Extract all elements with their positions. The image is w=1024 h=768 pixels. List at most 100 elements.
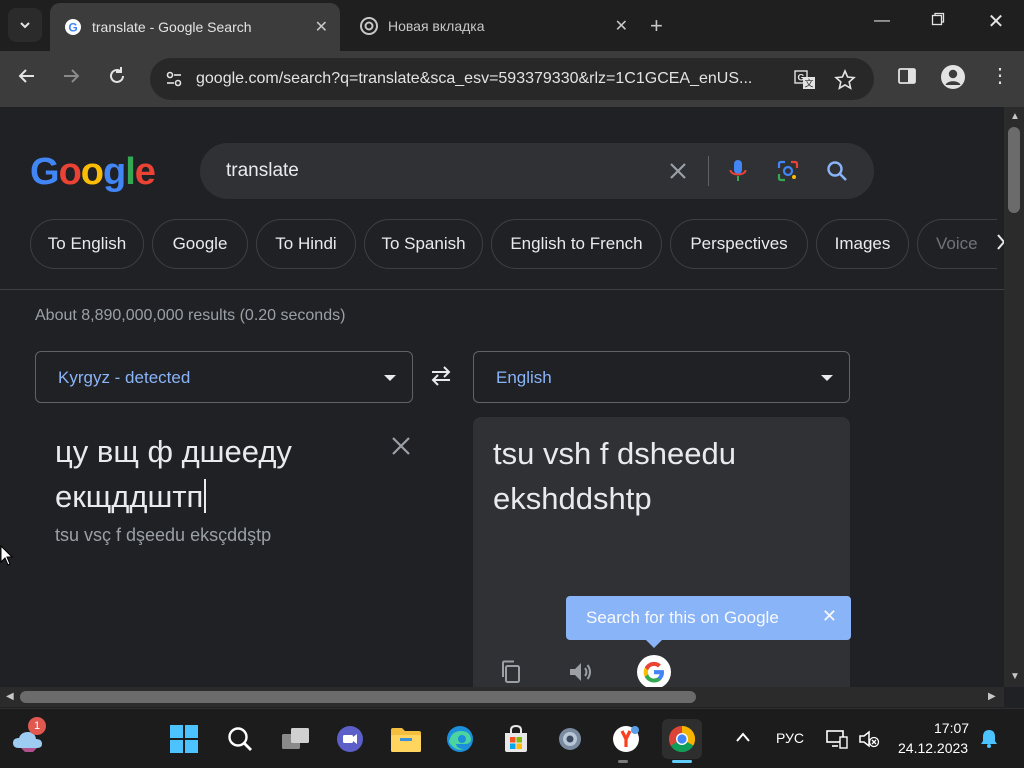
taskbar-search-icon[interactable] <box>222 721 258 757</box>
chip-images[interactable]: Images <box>816 219 909 269</box>
chip-to-english[interactable]: To English <box>30 219 144 269</box>
tab-google-search[interactable]: G translate - Google Search ✕ <box>50 3 340 51</box>
source-language-select[interactable]: Kyrgyz - detected <box>35 351 413 403</box>
yandex-browser-icon[interactable] <box>608 721 644 757</box>
results-stats: About 8,890,000,000 results (0.20 second… <box>35 307 346 324</box>
start-windows-icon[interactable] <box>166 721 202 757</box>
tray-overflow-chevron-icon[interactable] <box>735 727 751 748</box>
swap-languages-icon[interactable] <box>428 365 454 393</box>
new-tab-plus-icon[interactable]: + <box>650 13 663 39</box>
address-bar[interactable]: google.com/search?q=translate&sca_esv=59… <box>150 58 874 100</box>
restore-icon[interactable] <box>923 12 953 31</box>
voice-search-mic-icon[interactable] <box>725 158 751 184</box>
svg-text:G: G <box>68 21 77 35</box>
reload-icon[interactable] <box>106 65 128 93</box>
clock-date[interactable]: 24.12.2023 <box>898 740 968 756</box>
yandex-running-indicator <box>618 760 628 763</box>
translate-page-icon[interactable]: G文 <box>794 69 816 91</box>
clock-time[interactable]: 17:07 <box>934 720 969 736</box>
source-language-label: Kyrgyz - detected <box>58 368 191 387</box>
windows-taskbar: 1 РУС 17:07 24.12.2023 <box>0 708 1024 768</box>
search-query[interactable]: translate <box>226 160 299 182</box>
target-language-label: English <box>496 368 552 387</box>
chip-to-hindi[interactable]: To Hindi <box>256 219 356 269</box>
google-lens-icon[interactable] <box>775 158 801 184</box>
translation-text[interactable]: tsu vsh f dsheedu ekshddshtp <box>493 431 833 521</box>
horizontal-scroll-thumb[interactable] <box>20 691 696 703</box>
chrome-active-indicator <box>672 760 692 763</box>
svg-text:文: 文 <box>804 78 813 90</box>
clear-source-icon[interactable] <box>390 433 412 464</box>
tab-close-icon[interactable]: ✕ <box>615 16 628 36</box>
weather-widget-icon[interactable]: 1 <box>10 717 46 757</box>
chip-perspectives[interactable]: Perspectives <box>670 219 808 269</box>
chip-voice[interactable]: Voice <box>917 219 997 269</box>
back-arrow-icon[interactable] <box>16 65 38 93</box>
target-language-select[interactable]: English <box>473 351 850 403</box>
minimize-icon[interactable]: — <box>867 12 897 30</box>
side-panel-icon[interactable] <box>897 66 917 91</box>
dropdown-caret-icon <box>821 375 833 381</box>
edge-browser-icon[interactable] <box>442 721 478 757</box>
chrome-browser-icon[interactable] <box>662 719 702 759</box>
translation-line: ekshddshtp <box>493 481 652 516</box>
tab-close-icon[interactable]: ✕ <box>315 17 328 37</box>
search-divider <box>708 156 709 186</box>
google-logo[interactable]: Google <box>30 151 156 194</box>
notification-bell-icon[interactable] <box>980 728 998 751</box>
chip-to-spanish[interactable]: To Spanish <box>364 219 483 269</box>
source-text-input[interactable]: цу вщ ф дшееду екщддштп <box>55 429 375 519</box>
forward-arrow-icon[interactable] <box>60 65 82 93</box>
settings-gear-icon[interactable] <box>552 721 588 757</box>
microsoft-store-icon[interactable] <box>498 721 534 757</box>
more-menu-icon[interactable]: ⋮ <box>990 63 1010 88</box>
header-divider <box>0 289 1004 290</box>
profile-avatar-icon[interactable] <box>940 64 966 95</box>
search-on-google-tooltip[interactable]: Search for this on Google ✕ <box>566 596 851 648</box>
vertical-scrollbar[interactable]: ▲ ▼ <box>1004 107 1024 687</box>
tab-new-tab[interactable]: Новая вкладка ✕ <box>350 6 640 46</box>
chip-english-to-french[interactable]: English to French <box>491 219 662 269</box>
weather-badge: 1 <box>28 717 46 735</box>
search-icon[interactable] <box>824 158 850 184</box>
task-view-icon[interactable] <box>278 721 314 757</box>
text-cursor <box>204 479 207 513</box>
file-explorer-icon[interactable] <box>388 721 424 757</box>
scroll-up-icon[interactable]: ▲ <box>1010 111 1020 122</box>
network-icon[interactable] <box>826 729 848 752</box>
window-close-icon[interactable]: ✕ <box>981 9 1011 34</box>
tab-strip: G translate - Google Search ✕ Новая вкла… <box>0 0 1024 51</box>
tooltip-text: Search for this on Google <box>586 608 779 627</box>
copy-icon[interactable] <box>496 657 526 687</box>
tooltip-close-icon[interactable]: ✕ <box>822 606 837 627</box>
chrome-favicon-icon <box>360 17 378 35</box>
listen-speaker-icon[interactable] <box>565 657 595 687</box>
google-search-g-icon[interactable] <box>637 655 671 687</box>
chips-scroll-right-icon[interactable] <box>996 233 1004 256</box>
horizontal-scrollbar[interactable]: ◀ ▶ <box>0 687 1004 707</box>
tab-title: Новая вкладка <box>388 18 485 34</box>
vertical-scroll-thumb[interactable] <box>1008 127 1020 213</box>
google-favicon-icon: G <box>64 18 82 36</box>
teams-chat-icon[interactable] <box>332 721 368 757</box>
volume-muted-icon[interactable] <box>858 729 880 752</box>
scroll-down-icon[interactable]: ▼ <box>1010 671 1020 682</box>
mouse-pointer-icon <box>0 545 14 566</box>
source-text-line: екщддштп <box>55 479 204 514</box>
scroll-right-icon[interactable]: ▶ <box>988 691 996 702</box>
search-box[interactable]: translate <box>200 143 874 199</box>
site-info-icon[interactable] <box>164 69 184 89</box>
tooltip-arrow <box>646 640 662 648</box>
url-text: google.com/search?q=translate&sca_esv=59… <box>196 70 753 87</box>
tab-search-button[interactable] <box>8 8 42 42</box>
scroll-left-icon[interactable]: ◀ <box>6 691 14 702</box>
translation-line: tsu vsh f dsheedu <box>493 436 736 471</box>
input-language-indicator[interactable]: РУС <box>776 730 804 746</box>
translation-output-card: tsu vsh f dsheedu ekshddshtp Search for … <box>473 417 851 687</box>
chip-google[interactable]: Google <box>152 219 248 269</box>
page-content: Google translate To English Google To Hi… <box>0 107 1004 687</box>
chevron-down-icon <box>20 22 30 29</box>
browser-toolbar: google.com/search?q=translate&sca_esv=59… <box>0 51 1024 107</box>
clear-search-icon[interactable] <box>665 158 691 184</box>
bookmark-star-icon[interactable] <box>834 69 856 91</box>
